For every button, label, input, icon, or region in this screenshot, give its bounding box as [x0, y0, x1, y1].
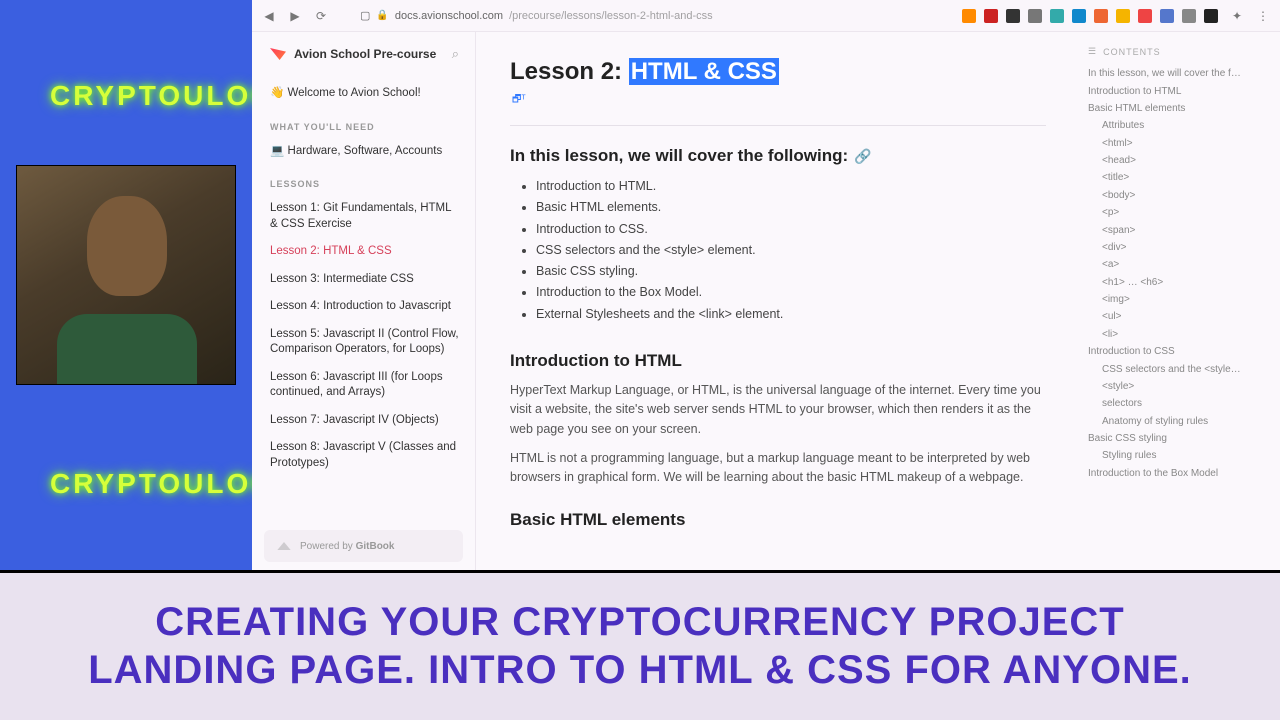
translate-icon[interactable]: 🗗ᵀ: [512, 92, 1046, 109]
toc-item[interactable]: In this lesson, we will cover the f…: [1088, 65, 1268, 82]
nav-reload-icon[interactable]: ⟳: [314, 9, 328, 23]
sidebar-lesson-item[interactable]: Lesson 5: Javascript II (Control Flow, C…: [270, 321, 459, 364]
section-basic-elements-heading: Basic HTML elements: [510, 510, 1046, 530]
lesson-bullet: Introduction to CSS.: [536, 219, 1046, 240]
lesson-bullet: Basic CSS styling.: [536, 261, 1046, 282]
toc-item[interactable]: <div>: [1088, 239, 1268, 256]
sidebar-lesson-item[interactable]: Lesson 7: Javascript IV (Objects): [270, 407, 459, 435]
extension-icon[interactable]: [1006, 9, 1020, 23]
lesson-bullet: Basic HTML elements.: [536, 197, 1046, 218]
extension-icon[interactable]: [1072, 9, 1086, 23]
banner-line-2: LANDING PAGE. INTRO TO HTML & CSS FOR AN…: [88, 647, 1192, 694]
address-bar[interactable]: ▢ 🔒 docs.avionschool.com/precourse/lesso…: [360, 9, 713, 22]
url-path: /precourse/lessons/lesson-2-html-and-css: [509, 10, 713, 22]
brand-bottom: CRYPTOULOG: [50, 468, 276, 500]
lock-icon: 🔒: [376, 10, 388, 21]
sidebar-lesson-item[interactable]: Lesson 1: Git Fundamentals, HTML & CSS E…: [270, 195, 459, 238]
toc-item[interactable]: Attributes: [1088, 117, 1268, 134]
nav-forward-icon[interactable]: ▶: [288, 9, 302, 23]
webcam-frame: [16, 165, 236, 385]
toc-item[interactable]: Introduction to the Box Model: [1088, 465, 1268, 482]
title-highlight: HTML & CSS: [629, 58, 779, 85]
extension-icons: [962, 9, 1218, 23]
extension-icon[interactable]: [962, 9, 976, 23]
lesson-bullets: Introduction to HTML.Basic HTML elements…: [510, 176, 1046, 325]
shield-icon: ▢: [360, 9, 370, 22]
page-title: Lesson 2: HTML & CSS: [510, 58, 1046, 86]
toc-item[interactable]: <a>: [1088, 256, 1268, 273]
extension-icon[interactable]: [1116, 9, 1130, 23]
toc-item[interactable]: <span>: [1088, 221, 1268, 238]
toc-item[interactable]: <html>: [1088, 135, 1268, 152]
docs-sidebar: Avion School Pre-course ⌕ Welcome to Avi…: [252, 32, 476, 570]
browser-window: ◀ ▶ ⟳ ▢ 🔒 docs.avionschool.com/precourse…: [252, 0, 1280, 570]
table-of-contents: ☰ CONTENTS In this lesson, we will cover…: [1080, 32, 1280, 570]
site-logo: [270, 48, 286, 60]
lesson-bullet: Introduction to the Box Model.: [536, 282, 1046, 303]
toc-item[interactable]: <head>: [1088, 152, 1268, 169]
lesson-bullet: CSS selectors and the <style> element.: [536, 240, 1046, 261]
lesson-bullet: Introduction to HTML.: [536, 176, 1046, 197]
toc-item[interactable]: <body>: [1088, 187, 1268, 204]
toc-item[interactable]: Basic CSS styling: [1088, 430, 1268, 447]
divider: [510, 125, 1046, 126]
toc-item[interactable]: <style>: [1088, 378, 1268, 395]
toc-heading: ☰ CONTENTS: [1088, 46, 1268, 57]
toc-item[interactable]: <title>: [1088, 169, 1268, 186]
search-icon[interactable]: ⌕: [452, 46, 459, 62]
extension-icon[interactable]: [1160, 9, 1174, 23]
section-intro-heading: In this lesson, we will cover the follow…: [510, 146, 1046, 166]
extension-icon[interactable]: [984, 9, 998, 23]
list-icon: ☰: [1088, 46, 1097, 57]
sidebar-lesson-item[interactable]: Lesson 2: HTML & CSS: [270, 238, 459, 266]
anchor-link-icon[interactable]: 🔗: [854, 148, 871, 165]
sidebar-item-hardware[interactable]: Hardware, Software, Accounts: [270, 138, 459, 166]
browser-toolbar: ◀ ▶ ⟳ ▢ 🔒 docs.avionschool.com/precourse…: [252, 0, 1280, 32]
toc-item[interactable]: CSS selectors and the <style…: [1088, 360, 1268, 377]
brand-top: CRYPTOULOG: [50, 80, 276, 112]
toc-item[interactable]: Anatomy of styling rules: [1088, 413, 1268, 430]
extension-icon[interactable]: [1204, 9, 1218, 23]
toc-item[interactable]: selectors: [1088, 395, 1268, 412]
toc-item[interactable]: <ul>: [1088, 308, 1268, 325]
sidebar-lesson-item[interactable]: Lesson 4: Introduction to Javascript: [270, 293, 459, 321]
toc-item[interactable]: <h1> … <h6>: [1088, 274, 1268, 291]
banner-line-1: CREATING YOUR CRYPTOCURRENCY PROJECT: [155, 599, 1124, 646]
sidebar-heading-lessons: LESSONS: [270, 179, 459, 189]
toc-item[interactable]: <li>: [1088, 326, 1268, 343]
sidebar-item-welcome[interactable]: Welcome to Avion School!: [270, 80, 459, 108]
extensions-puzzle-icon[interactable]: ✦: [1230, 9, 1244, 23]
extension-icon[interactable]: [1094, 9, 1108, 23]
extension-icon[interactable]: [1028, 9, 1042, 23]
browser-menu-icon[interactable]: ⋮: [1256, 9, 1270, 23]
section-intro-html-heading: Introduction to HTML: [510, 351, 1046, 371]
sidebar-footer[interactable]: Powered by GitBook: [264, 530, 463, 562]
extension-icon[interactable]: [1138, 9, 1152, 23]
toc-item[interactable]: Introduction to CSS: [1088, 343, 1268, 360]
intro-paragraph-2: HTML is not a programming language, but …: [510, 449, 1046, 488]
sidebar-lesson-item[interactable]: Lesson 3: Intermediate CSS: [270, 266, 459, 294]
toc-item[interactable]: Basic HTML elements: [1088, 100, 1268, 117]
toc-item[interactable]: Introduction to HTML: [1088, 82, 1268, 99]
toc-item[interactable]: <img>: [1088, 291, 1268, 308]
extension-icon[interactable]: [1182, 9, 1196, 23]
sidebar-lesson-item[interactable]: Lesson 6: Javascript III (for Loops cont…: [270, 364, 459, 407]
toc-item[interactable]: Styling rules: [1088, 447, 1268, 464]
lesson-bullet: External Stylesheets and the <link> elem…: [536, 304, 1046, 325]
extension-icon[interactable]: [1050, 9, 1064, 23]
sidebar-lesson-item[interactable]: Lesson 8: Javascript V (Classes and Prot…: [270, 434, 459, 477]
site-title[interactable]: Avion School Pre-course: [294, 47, 444, 61]
nav-back-icon[interactable]: ◀: [262, 9, 276, 23]
video-caption-banner: CREATING YOUR CRYPTOCURRENCY PROJECT LAN…: [0, 570, 1280, 720]
sidebar-heading-need: WHAT YOU'LL NEED: [270, 122, 459, 132]
intro-paragraph-1: HyperText Markup Language, or HTML, is t…: [510, 381, 1046, 439]
url-host: docs.avionschool.com: [395, 10, 503, 22]
main-content: Lesson 2: HTML & CSS 🗗ᵀ In this lesson, …: [476, 32, 1080, 570]
toc-item[interactable]: <p>: [1088, 204, 1268, 221]
